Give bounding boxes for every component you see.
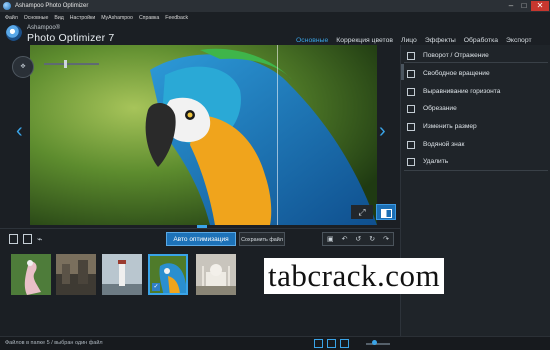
zoom-slider[interactable]	[44, 60, 99, 68]
tab-face[interactable]: Лицо	[401, 37, 417, 44]
brand-company: Ashampoo®	[27, 25, 61, 31]
side-item-label: Удалить	[423, 158, 449, 165]
watermark-text: tabcrack.com	[264, 258, 445, 294]
thumbnail-size-handle[interactable]	[372, 340, 377, 345]
side-item-resize[interactable]: Изменить размер	[404, 118, 548, 135]
fullscreen-icon[interactable]: ⤢	[351, 205, 373, 219]
thumbnail-taj-mahal[interactable]	[196, 254, 236, 295]
redo-icon[interactable]: ↷	[383, 235, 389, 243]
preview-area: ‹ › ✥ ⤢	[0, 45, 400, 227]
side-item-label: Водяной знак	[423, 141, 465, 148]
free-rotate-icon	[407, 69, 415, 78]
side-item-watermark[interactable]: Водяной знак	[404, 136, 548, 153]
status-text: Файлов в папке 5 / выбран один файл	[5, 340, 103, 346]
thumbnail-size-slider[interactable]	[366, 340, 390, 345]
maximize-button[interactable]: □	[518, 1, 530, 11]
rotate-left-icon[interactable]: ↺	[355, 235, 361, 243]
detail-view-icon[interactable]	[340, 339, 349, 348]
list-view-icon[interactable]	[314, 339, 323, 348]
auto-optimize-button[interactable]: Авто оптимизация	[166, 232, 236, 246]
bottom-toolbar: ⌁ Авто оптимизация Сохранить файл ▣ ↶ ↺ …	[0, 228, 400, 248]
menu-myashampoo[interactable]: MyAshampoo	[101, 15, 133, 21]
tab-color-correction[interactable]: Коррекция цветов	[336, 37, 393, 44]
resize-icon	[407, 122, 415, 131]
app-header: Ashampoo® Photo Optimizer 7 Основные Кор…	[0, 23, 550, 45]
app-icon	[3, 2, 11, 10]
side-item-label: Изменить размер	[423, 123, 477, 130]
menu-help[interactable]: Справка	[139, 15, 159, 21]
app-window: Ashampoo Photo Optimizer – □ ✕ Файл Осно…	[0, 0, 550, 350]
thumbnail-parrot[interactable]: ✓	[148, 254, 188, 295]
clean-icon[interactable]: ⌁	[37, 234, 46, 244]
thumbnail-flamingo[interactable]	[11, 254, 51, 295]
watermark-icon	[407, 140, 415, 149]
window-title: Ashampoo Photo Optimizer	[15, 3, 89, 9]
thumbnail-lighthouse[interactable]	[102, 254, 142, 295]
tab-main[interactable]: Основные	[296, 37, 328, 44]
side-item-label: Поворот / Отражение	[423, 52, 489, 59]
next-image-icon[interactable]: ›	[379, 120, 386, 143]
tab-effects[interactable]: Эффекты	[425, 37, 456, 44]
grid-view-icon[interactable]	[327, 339, 336, 348]
minimize-button[interactable]: –	[505, 1, 517, 11]
side-item-label: Обрезание	[423, 105, 457, 112]
thumbnail-city[interactable]	[56, 254, 96, 295]
side-item-label: Свободное вращение	[423, 70, 490, 77]
city-image	[56, 254, 96, 295]
pan-navigator-icon[interactable]: ✥	[12, 56, 34, 78]
flamingo-image	[11, 254, 51, 295]
selected-check-icon[interactable]: ✓	[152, 283, 160, 291]
side-item-delete[interactable]: Удалить	[404, 153, 548, 170]
edit-tools-group: ▣ ↶ ↺ ↻ ↷	[322, 232, 394, 246]
view-mode-group	[314, 339, 353, 348]
open-file-icon[interactable]	[9, 234, 18, 244]
photo-preview[interactable]	[30, 45, 377, 225]
taj-mahal-image	[196, 254, 236, 295]
crop-icon	[407, 104, 415, 113]
rotate-right-icon[interactable]: ↻	[369, 235, 375, 243]
menu-main[interactable]: Основные	[24, 15, 49, 21]
lighthouse-image	[102, 254, 142, 295]
previous-image-icon[interactable]: ‹	[16, 120, 23, 143]
horizon-icon	[407, 87, 415, 96]
side-item-free-rotate[interactable]: Свободное вращение	[404, 65, 548, 82]
save-file-button[interactable]: Сохранить файл	[239, 232, 285, 246]
compare-split-line[interactable]	[277, 45, 278, 225]
brand-product: Photo Optimizer 7	[27, 32, 115, 44]
side-item-horizon[interactable]: Выравнивание горизонта	[404, 83, 548, 100]
compare-view-toggle[interactable]	[376, 204, 396, 220]
undo-icon[interactable]: ↶	[342, 235, 348, 243]
rotate-icon	[407, 51, 415, 60]
menu-feedback[interactable]: Feedback	[165, 15, 188, 21]
parrot-photo	[30, 45, 377, 225]
menu-file[interactable]: Файл	[5, 15, 18, 21]
tab-bar: Основные Коррекция цветов Лицо Эффекты О…	[296, 37, 540, 44]
side-item-crop[interactable]: Обрезание	[404, 100, 548, 117]
status-bar: Файлов в папке 5 / выбран один файл	[0, 336, 550, 350]
trash-icon	[407, 157, 415, 166]
divider	[404, 170, 548, 171]
title-bar: Ashampoo Photo Optimizer – □ ✕	[0, 0, 550, 12]
side-item-label: Выравнивание горизонта	[423, 88, 501, 95]
logo-icon	[6, 25, 22, 41]
close-button[interactable]: ✕	[531, 1, 549, 11]
divider	[404, 62, 548, 63]
tab-export[interactable]: Экспорт	[506, 37, 532, 44]
open-folder-icon[interactable]	[23, 234, 32, 244]
menu-settings[interactable]: Настройки	[70, 15, 95, 21]
zoom-slider-handle[interactable]	[64, 60, 67, 68]
menu-view[interactable]: Вид	[54, 15, 63, 21]
tab-processing[interactable]: Обработка	[464, 37, 498, 44]
compare-icon[interactable]: ▣	[327, 235, 334, 243]
menu-bar: Файл Основные Вид Настройки MyAshampoo С…	[0, 12, 550, 23]
